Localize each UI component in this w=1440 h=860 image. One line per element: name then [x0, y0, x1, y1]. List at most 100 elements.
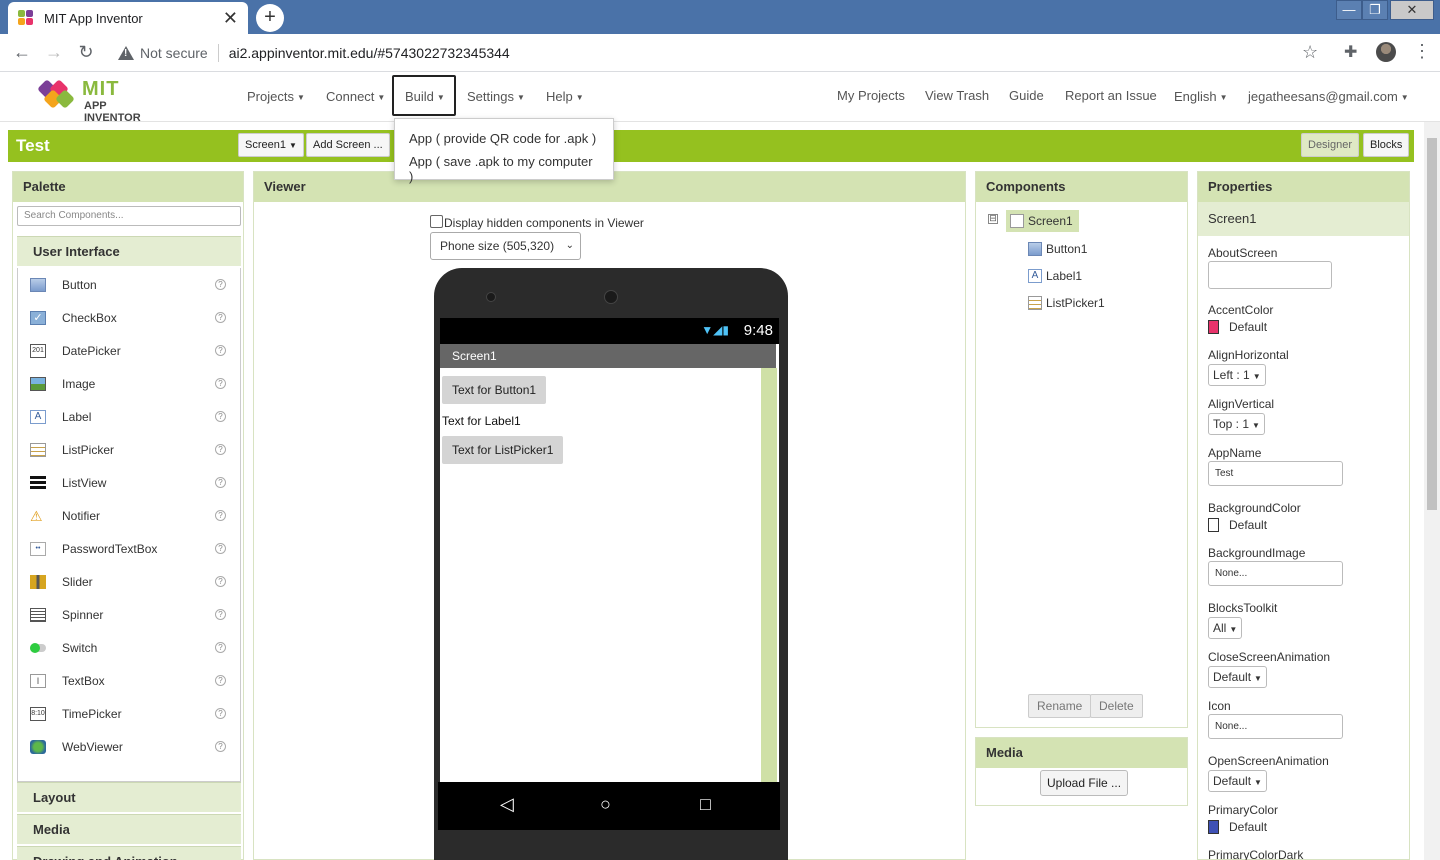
- preview-button1[interactable]: Text for Button1: [442, 376, 547, 404]
- omnibox[interactable]: Not secure ai2.appinventor.mit.edu/#5743…: [108, 38, 1338, 68]
- help-icon[interactable]: ?: [215, 675, 226, 686]
- palette-item-datepicker[interactable]: 201 DatePicker?: [18, 334, 240, 367]
- palette-item-spinner[interactable]: Spinner?: [18, 598, 240, 631]
- palette-item-checkbox[interactable]: ✓ CheckBox?: [18, 301, 240, 334]
- help-icon[interactable]: ?: [215, 279, 226, 290]
- menu-help[interactable]: Help ▼: [546, 89, 584, 104]
- category-media[interactable]: Media: [17, 814, 241, 844]
- build-apk-save-item[interactable]: App ( save .apk to my computer ): [395, 150, 613, 188]
- help-icon[interactable]: ?: [215, 444, 226, 455]
- menu-settings[interactable]: Settings ▼: [467, 89, 525, 104]
- background-color-picker[interactable]: Default: [1208, 518, 1267, 532]
- link-report-issue[interactable]: Report an Issue: [1065, 88, 1157, 103]
- primary-color-picker[interactable]: Default: [1208, 820, 1267, 834]
- palette-item-switch[interactable]: Switch?: [18, 631, 240, 664]
- designer-button[interactable]: Designer: [1301, 133, 1360, 157]
- maximize-button[interactable]: ❐: [1362, 0, 1388, 20]
- link-view-trash[interactable]: View Trash: [925, 88, 989, 103]
- palette-item-passwordtextbox[interactable]: •• PasswordTextBox?: [18, 532, 240, 565]
- preview-listpicker1[interactable]: Text for ListPicker1: [442, 436, 564, 464]
- help-icon[interactable]: ?: [215, 543, 226, 554]
- primary-color-label: PrimaryColor: [1208, 803, 1279, 817]
- tab-close-icon[interactable]: ✕: [223, 9, 238, 27]
- open-animation-select[interactable]: Default ▼: [1208, 770, 1267, 792]
- delete-button[interactable]: Delete: [1090, 694, 1143, 718]
- page-scrollbar[interactable]: [1424, 122, 1440, 860]
- new-tab-button[interactable]: +: [256, 4, 284, 32]
- help-icon[interactable]: ?: [215, 312, 226, 323]
- reload-icon[interactable]: ↻: [70, 42, 102, 63]
- palette-item-notifier[interactable]: ⚠ Notifier?: [18, 499, 240, 532]
- forward-arrow-icon[interactable]: →: [38, 42, 70, 63]
- preview-label1[interactable]: Text for Label1: [442, 414, 521, 428]
- help-icon[interactable]: ?: [215, 510, 226, 521]
- browser-tab[interactable]: MIT App Inventor ✕: [8, 2, 248, 34]
- tree-node-label1[interactable]: A Label1: [1028, 269, 1082, 283]
- palette-item-image[interactable]: Image?: [18, 367, 240, 400]
- help-icon[interactable]: ?: [215, 411, 226, 422]
- phone-mockup: ▼◢▮ 9:48 Screen1 Text for Button1 Text f…: [434, 268, 788, 860]
- help-icon[interactable]: ?: [215, 345, 226, 356]
- not-secure-label[interactable]: Not secure: [140, 45, 208, 61]
- scrollbar-thumb[interactable]: [1427, 138, 1437, 510]
- link-guide[interactable]: Guide: [1009, 88, 1044, 103]
- phone-size-select[interactable]: Phone size (505,320) ⌄: [430, 232, 581, 260]
- palette-item-button[interactable]: Button?: [18, 268, 240, 301]
- palette-item-webviewer[interactable]: WebViewer?: [18, 730, 240, 763]
- palette-item-listview[interactable]: ListView?: [18, 466, 240, 499]
- rename-button[interactable]: Rename: [1028, 694, 1092, 718]
- blocks-toolkit-select[interactable]: All ▼: [1208, 617, 1243, 639]
- category-drawing-animation[interactable]: Drawing and Animation: [17, 846, 241, 860]
- bookmark-star-icon[interactable]: ☆: [1302, 42, 1318, 63]
- about-screen-textarea[interactable]: [1208, 261, 1332, 289]
- icon-picker[interactable]: None...: [1208, 714, 1343, 739]
- accent-color-picker[interactable]: Default: [1208, 320, 1267, 334]
- upload-file-button[interactable]: Upload File ...: [1040, 770, 1129, 796]
- tree-node-button1[interactable]: Button1: [1028, 242, 1087, 256]
- spinner-icon: [30, 607, 46, 622]
- palette-item-timepicker[interactable]: 8:10 TimePicker?: [18, 697, 240, 730]
- screen-select-button[interactable]: Screen1 ▼: [238, 133, 304, 157]
- link-my-projects[interactable]: My Projects: [837, 88, 905, 103]
- mit-app-inventor-logo[interactable]: MIT APP INVENTOR: [36, 76, 166, 124]
- url-text[interactable]: ai2.appinventor.mit.edu/#574302273234534…: [229, 45, 510, 61]
- help-icon[interactable]: ?: [215, 609, 226, 620]
- close-animation-select[interactable]: Default ▼: [1208, 666, 1267, 688]
- palette-item-textbox[interactable]: I TextBox?: [18, 664, 240, 697]
- blocks-button[interactable]: Blocks: [1363, 133, 1410, 157]
- minimize-button[interactable]: —: [1336, 0, 1362, 20]
- build-apk-qr-item[interactable]: App ( provide QR code for .apk ): [395, 127, 613, 150]
- extensions-puzzle-icon[interactable]: ✚: [1344, 42, 1357, 62]
- palette-item-slider[interactable]: Slider?: [18, 565, 240, 598]
- language-menu[interactable]: English ▼: [1174, 89, 1228, 104]
- background-image-picker[interactable]: None...: [1208, 561, 1343, 586]
- account-menu[interactable]: jegatheesans@gmail.com ▼: [1248, 89, 1409, 104]
- display-hidden-checkbox[interactable]: [430, 215, 443, 228]
- help-icon[interactable]: ?: [215, 741, 226, 752]
- profile-avatar[interactable]: [1376, 42, 1396, 62]
- category-layout[interactable]: Layout: [17, 782, 241, 812]
- tree-node-screen1[interactable]: Screen1: [1006, 210, 1079, 232]
- menu-projects[interactable]: Projects ▼: [247, 89, 305, 104]
- help-icon[interactable]: ?: [215, 642, 226, 653]
- collapse-tree-icon[interactable]: ⊟: [988, 214, 998, 224]
- align-horizontal-select[interactable]: Left : 1 ▼: [1208, 364, 1266, 386]
- align-vertical-select[interactable]: Top : 1 ▼: [1208, 413, 1265, 435]
- appname-input[interactable]: Test: [1208, 461, 1343, 486]
- window-close-button[interactable]: ✕: [1390, 0, 1434, 20]
- help-icon[interactable]: ?: [215, 378, 226, 389]
- warning-icon[interactable]: [118, 46, 134, 60]
- help-icon[interactable]: ?: [215, 708, 226, 719]
- search-components-input[interactable]: Search Components...: [17, 206, 241, 226]
- help-icon[interactable]: ?: [215, 477, 226, 488]
- category-user-interface[interactable]: User Interface: [17, 236, 241, 266]
- menu-connect[interactable]: Connect ▼: [326, 89, 385, 104]
- browser-menu-icon[interactable]: ⋮: [1413, 41, 1431, 62]
- add-screen-button[interactable]: Add Screen ...: [306, 133, 390, 157]
- help-icon[interactable]: ?: [215, 576, 226, 587]
- palette-item-label[interactable]: A Label?: [18, 400, 240, 433]
- menu-build[interactable]: Build ▼: [405, 89, 445, 104]
- palette-item-listpicker[interactable]: ListPicker?: [18, 433, 240, 466]
- tree-node-listpicker1[interactable]: ListPicker1: [1028, 296, 1105, 310]
- back-arrow-icon[interactable]: ←: [6, 42, 38, 63]
